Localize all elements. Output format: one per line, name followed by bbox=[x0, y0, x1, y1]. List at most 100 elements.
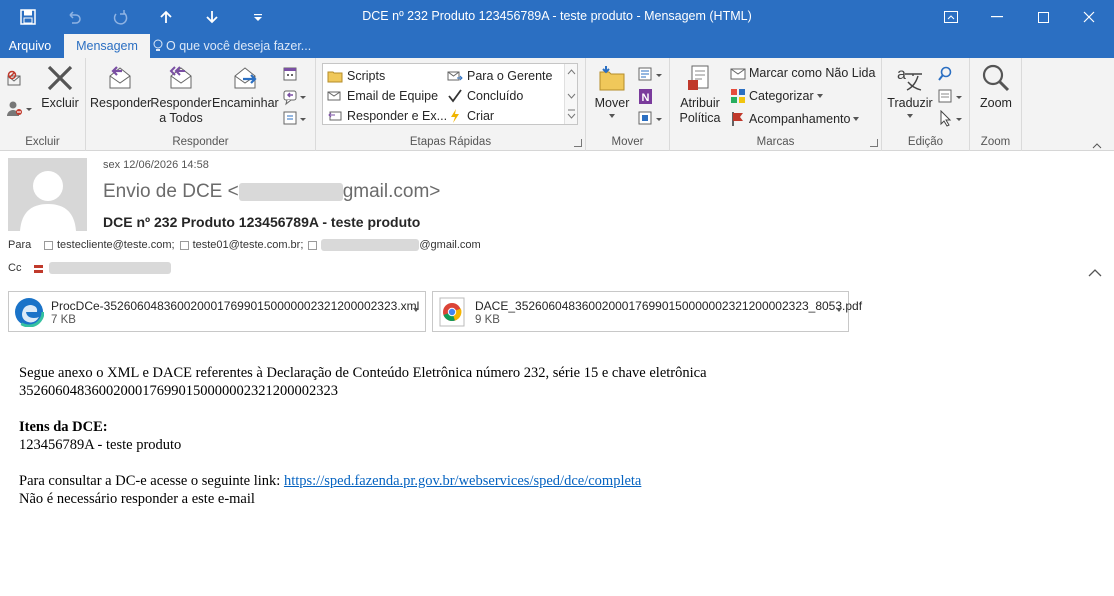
customize-toolbar-icon[interactable] bbox=[242, 0, 274, 34]
quick-steps-scrollbar[interactable] bbox=[564, 64, 577, 124]
body-paragraph: Segue anexo o XML e DACE referentes à De… bbox=[19, 365, 707, 381]
forward-mail-icon bbox=[447, 68, 463, 84]
cc-row: Cc bbox=[8, 262, 171, 274]
tell-me-input[interactable]: O que você deseja fazer... bbox=[166, 39, 311, 53]
rules-icon[interactable] bbox=[638, 66, 666, 84]
redacted-text bbox=[321, 239, 420, 251]
related-icon[interactable] bbox=[938, 88, 964, 106]
ribbon-tabs: Arquivo Mensagem O que você deseja fazer… bbox=[0, 34, 1114, 58]
tab-mensagem[interactable]: Mensagem bbox=[64, 34, 150, 58]
mark-unread-button[interactable]: Marcar como Não Lida bbox=[730, 65, 875, 81]
to-label: Para bbox=[8, 239, 32, 251]
ribbon-display-options-icon[interactable] bbox=[928, 0, 974, 34]
flag-icon bbox=[730, 111, 746, 127]
recipient[interactable]: testecliente@teste.com; bbox=[57, 239, 175, 251]
im-reply-icon[interactable] bbox=[282, 88, 308, 106]
contact-flag-icon bbox=[34, 264, 43, 273]
maximize-icon[interactable] bbox=[1020, 0, 1066, 34]
onenote-icon[interactable]: N bbox=[638, 88, 666, 106]
recipient-checkbox[interactable] bbox=[179, 240, 189, 250]
save-icon[interactable] bbox=[12, 0, 44, 34]
junk-icon[interactable] bbox=[6, 100, 34, 118]
quick-step-done[interactable]: Concluído bbox=[447, 88, 523, 104]
reply-all-button[interactable]: Responder a Todos bbox=[150, 62, 212, 126]
quick-steps-launcher[interactable] bbox=[574, 139, 582, 147]
group-label-zoom: Zoom bbox=[980, 136, 1011, 148]
arrow-down-icon[interactable] bbox=[196, 0, 228, 34]
ignore-icon[interactable] bbox=[6, 70, 26, 88]
find-icon[interactable] bbox=[938, 66, 962, 84]
quick-step-scripts[interactable]: Scripts bbox=[327, 68, 385, 84]
message-body: Segue anexo o XML e DACE referentes à De… bbox=[19, 364, 707, 508]
minimize-icon[interactable] bbox=[974, 0, 1020, 34]
quick-step-manager[interactable]: Para o Gerente bbox=[447, 68, 552, 84]
attachment-dropdown-icon[interactable] bbox=[836, 308, 842, 312]
redacted-text bbox=[238, 182, 343, 201]
delete-button[interactable]: Excluir bbox=[38, 62, 82, 111]
actions-icon[interactable] bbox=[638, 110, 666, 128]
recipient-checkbox[interactable] bbox=[308, 240, 318, 250]
reply-icon bbox=[104, 62, 136, 94]
group-marcas: Atribuir Política Marcar como Não Lida C… bbox=[670, 58, 882, 151]
policy-icon bbox=[684, 62, 716, 94]
close-icon[interactable] bbox=[1066, 0, 1112, 34]
attachment-dropdown-icon[interactable] bbox=[413, 308, 419, 312]
quick-step-reply-delete[interactable]: Responder e Ex... bbox=[327, 108, 447, 124]
move-folder-icon bbox=[596, 62, 628, 94]
redacted-text bbox=[49, 262, 171, 274]
follow-up-button[interactable]: Acompanhamento bbox=[730, 111, 860, 127]
undo-icon[interactable] bbox=[58, 0, 90, 34]
tab-arquivo[interactable]: Arquivo bbox=[0, 34, 60, 58]
zoom-button[interactable]: Zoom bbox=[974, 62, 1018, 111]
reply-button[interactable]: Responder bbox=[90, 62, 151, 111]
group-label-edicao: Edição bbox=[907, 136, 944, 148]
meeting-reply-icon[interactable] bbox=[282, 66, 308, 84]
collapse-header-icon[interactable] bbox=[1088, 267, 1102, 277]
marcas-launcher[interactable] bbox=[870, 139, 878, 147]
attachment-size: 9 KB bbox=[475, 314, 500, 326]
svg-text:N: N bbox=[642, 92, 650, 104]
group-excluir: Excluir Excluir bbox=[0, 58, 86, 151]
group-label-marcas: Marcas bbox=[756, 136, 795, 148]
attachment-pdf[interactable]: DACE_35260604836002000176990150000002321… bbox=[432, 291, 862, 332]
to-row: Para testecliente@teste.com; teste01@tes… bbox=[8, 239, 481, 251]
folder-move-icon bbox=[327, 68, 343, 84]
group-label-mover: Mover bbox=[611, 136, 644, 148]
message-date: sex 12/06/2026 14:58 bbox=[103, 159, 209, 171]
move-button[interactable]: Mover bbox=[590, 62, 634, 118]
collapse-ribbon-icon[interactable] bbox=[1092, 138, 1102, 149]
delete-x-icon bbox=[44, 62, 76, 94]
forward-icon bbox=[229, 62, 261, 94]
access-key: 3526060483600200017699015000000232120000… bbox=[19, 383, 338, 399]
assign-policy-button[interactable]: Atribuir Política bbox=[674, 62, 726, 126]
group-edicao: a Traduzir Edição bbox=[882, 58, 970, 151]
recipient[interactable]: @gmail.com bbox=[419, 239, 480, 251]
sender-address[interactable]: Envio de DCE < gmail.com> bbox=[103, 181, 440, 203]
attachment-xml[interactable]: ProcDCe-35260604836002000176990150000002… bbox=[8, 291, 426, 332]
translate-button[interactable]: a Traduzir bbox=[886, 62, 934, 118]
forward-button[interactable]: Encaminhar bbox=[212, 62, 279, 111]
categorize-icon bbox=[730, 88, 746, 104]
sped-link[interactable]: https://sped.fazenda.pr.gov.br/webservic… bbox=[284, 473, 641, 489]
arrow-up-icon[interactable] bbox=[150, 0, 182, 34]
recipient-checkbox[interactable] bbox=[44, 240, 53, 250]
categorize-button[interactable]: Categorizar bbox=[730, 88, 823, 104]
checkmark-icon bbox=[447, 88, 463, 104]
more-respond-icon[interactable] bbox=[282, 110, 308, 128]
chrome-icon bbox=[438, 297, 468, 327]
attachment-size: 7 KB bbox=[51, 314, 76, 326]
group-quick-steps: Scripts Para o Gerente Email de Equipe C… bbox=[316, 58, 586, 151]
quick-step-create[interactable]: Criar bbox=[447, 108, 494, 124]
redo-icon[interactable] bbox=[104, 0, 136, 34]
select-cursor-icon[interactable] bbox=[938, 109, 964, 128]
message-subject: DCE nº 232 Produto 123456789A - teste pr… bbox=[103, 214, 421, 230]
lightning-icon bbox=[447, 108, 463, 124]
recipient[interactable]: teste01@teste.com.br; bbox=[193, 239, 304, 251]
edge-icon bbox=[13, 296, 45, 328]
quick-step-team-email[interactable]: Email de Equipe bbox=[327, 88, 438, 104]
item-line: 123456789A - teste produto bbox=[19, 437, 182, 453]
magnifier-icon bbox=[980, 62, 1012, 94]
group-label-excluir: Excluir bbox=[25, 136, 60, 148]
cc-label: Cc bbox=[8, 262, 22, 274]
follow-up-dropdown-icon bbox=[853, 117, 860, 121]
